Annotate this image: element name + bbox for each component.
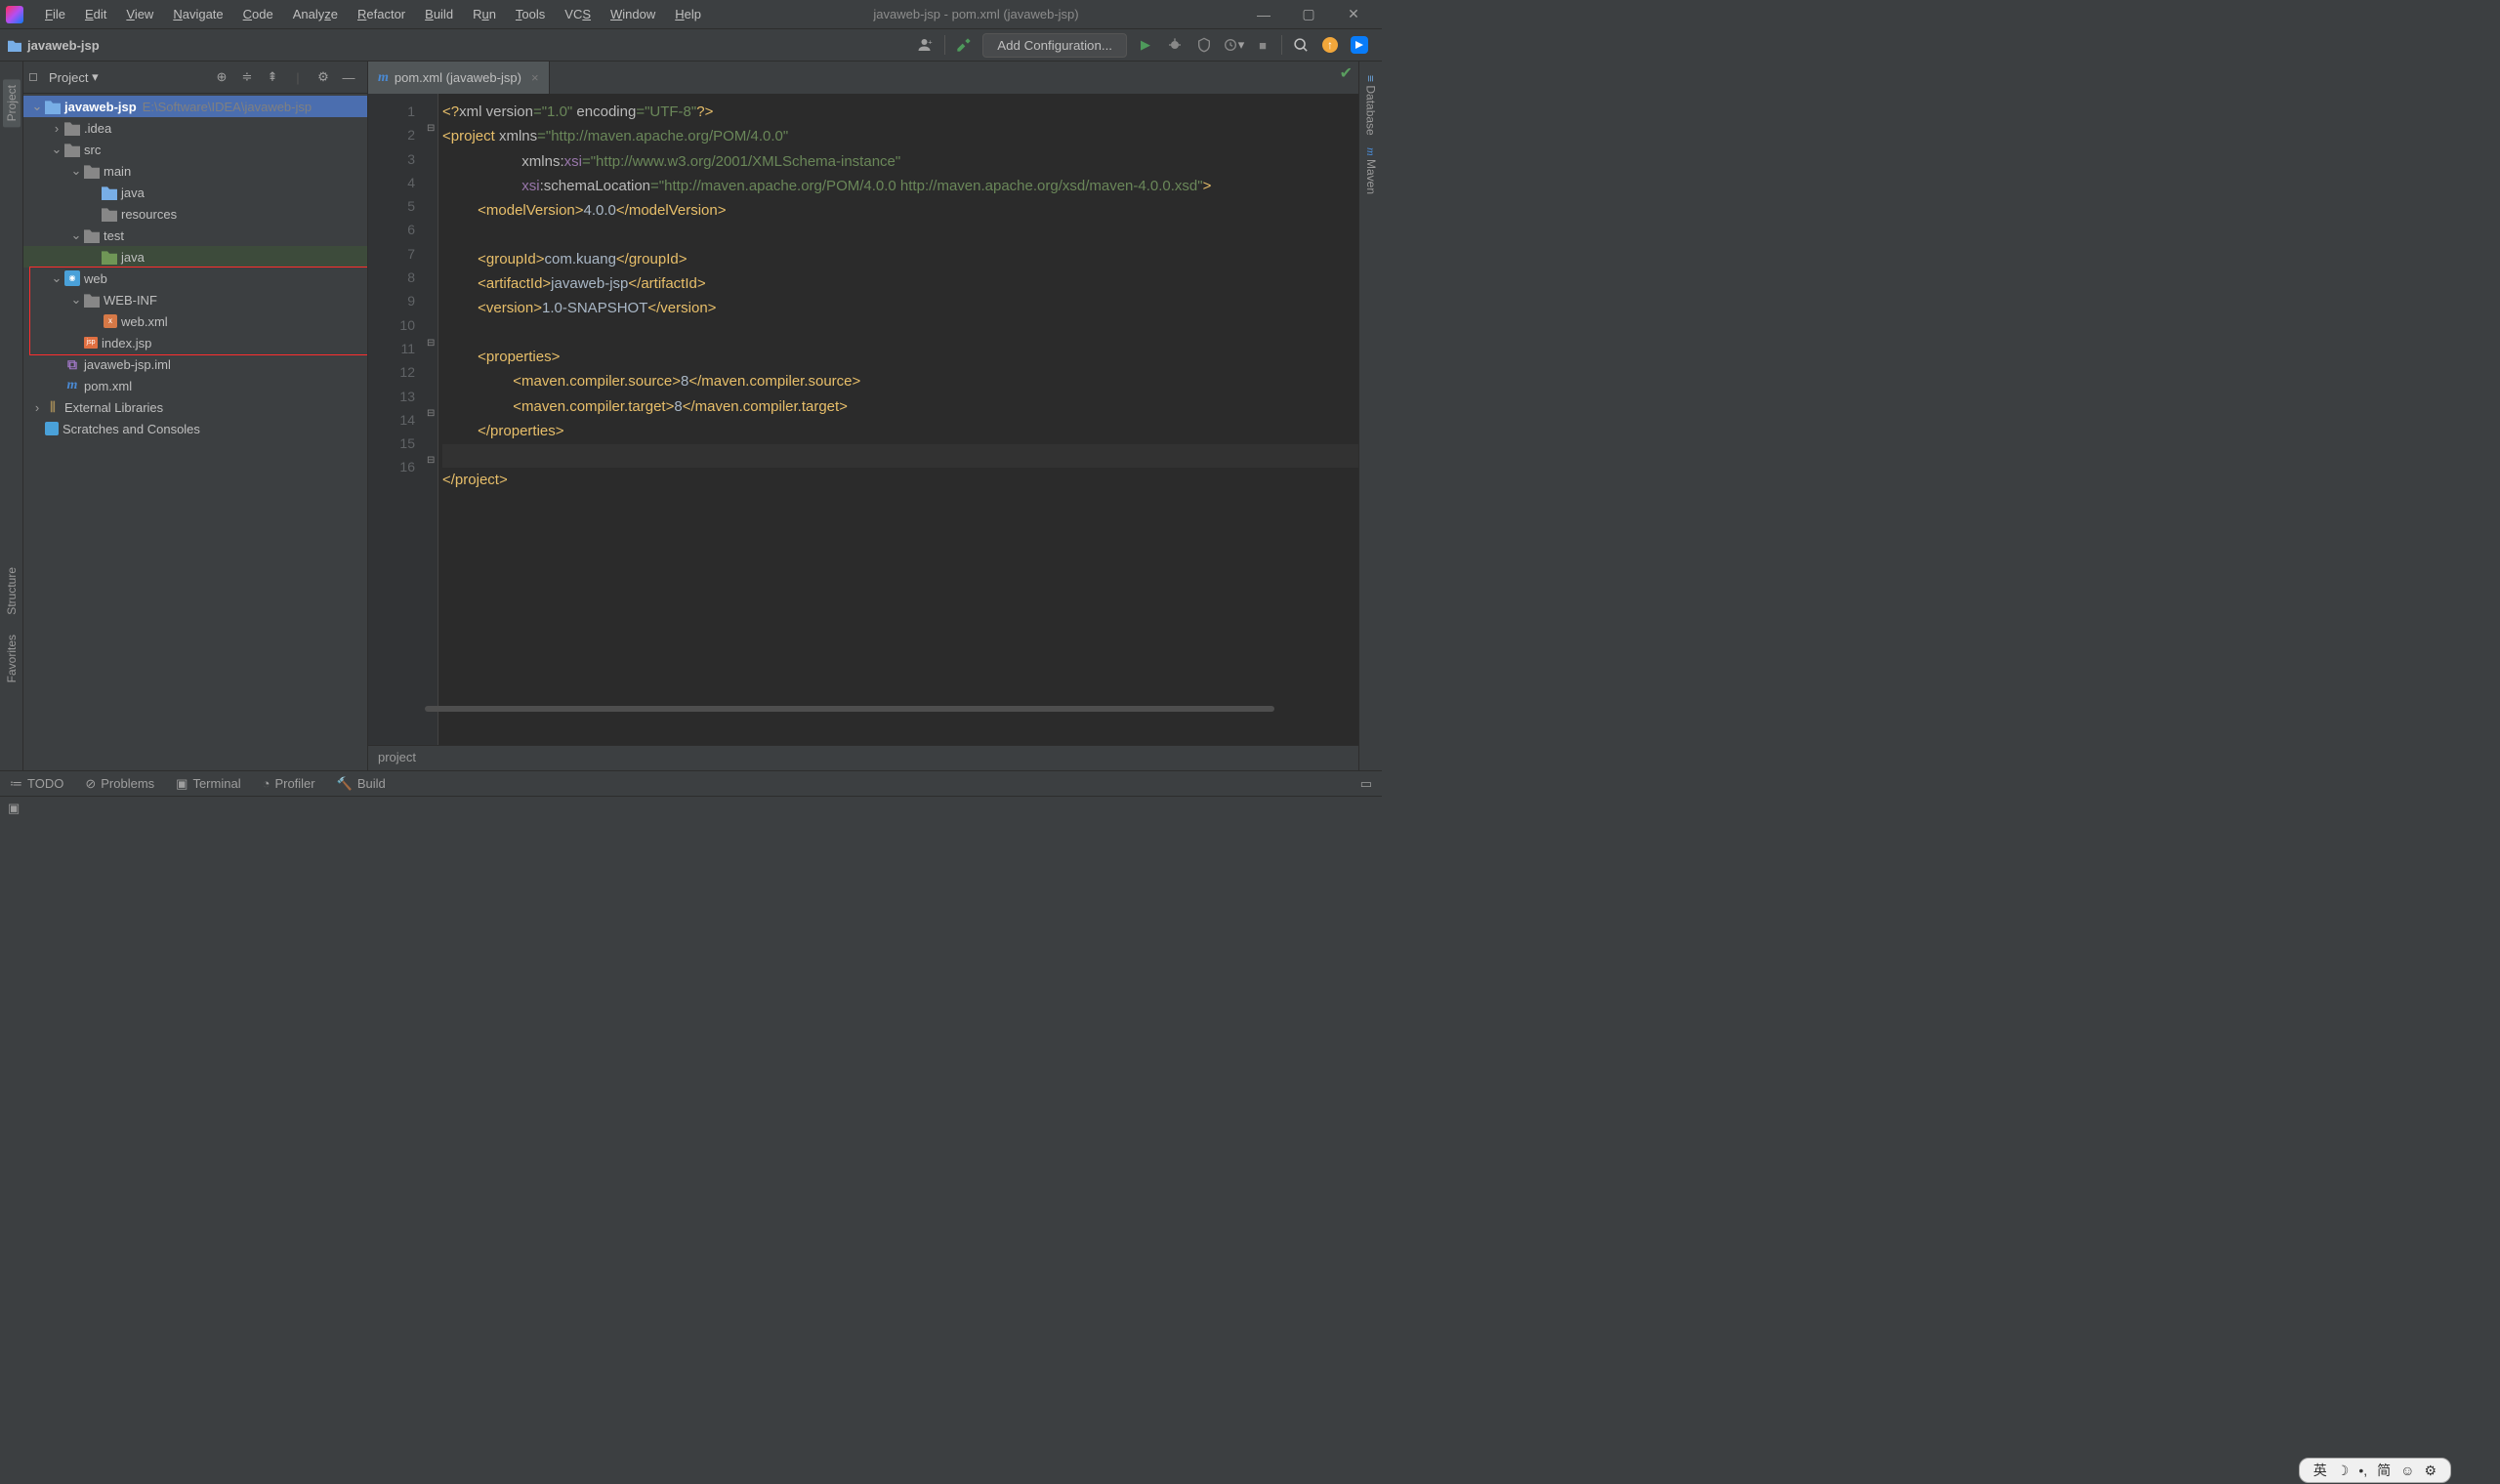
divider: | — [287, 66, 309, 88]
editor-tabs: m pom.xml (javaweb-jsp) × — [368, 62, 1358, 94]
project-view-dropdown[interactable]: Project ▾ — [43, 67, 104, 87]
update-icon[interactable]: ↑ — [1316, 31, 1344, 59]
hammer-build-icon[interactable] — [950, 31, 978, 59]
tab-label: pom.xml (javaweb-jsp) — [395, 70, 521, 85]
add-user-icon[interactable]: + — [912, 31, 939, 59]
menu-code[interactable]: Code — [233, 5, 283, 23]
project-tree[interactable]: ⌄ javaweb-jspE:\Software\IDEA\javaweb-js… — [23, 94, 367, 770]
profiler-run-icon[interactable]: ▾ — [1220, 31, 1247, 59]
tree-idea[interactable]: ›.idea — [23, 117, 367, 139]
locate-icon[interactable]: ⊕ — [211, 66, 232, 88]
menu-window[interactable]: Window — [601, 5, 665, 23]
tab-pom[interactable]: m pom.xml (javaweb-jsp) × — [368, 62, 550, 94]
iml-file-icon: ⧉ — [64, 356, 80, 372]
project-folder-icon — [8, 38, 21, 52]
menu-help[interactable]: Help — [665, 5, 711, 23]
maven-file-icon: m — [64, 378, 80, 393]
debug-icon[interactable] — [1161, 31, 1188, 59]
app-icon — [6, 6, 23, 23]
left-tool-rail: Project Structure Favorites — [0, 62, 23, 770]
menu-tools[interactable]: Tools — [506, 5, 555, 23]
line-gutter: 1234 5678 9101112 13141516 — [368, 94, 425, 745]
tree-scratches[interactable]: Scratches and Consoles — [23, 418, 367, 439]
tree-root[interactable]: ⌄ javaweb-jspE:\Software\IDEA\javaweb-js… — [23, 96, 367, 117]
xml-file-icon: x — [104, 314, 117, 328]
right-tab-database[interactable]: ≡ Database — [1364, 75, 1378, 136]
left-tab-structure[interactable]: Structure — [5, 567, 19, 615]
menu-run[interactable]: Run — [463, 5, 506, 23]
add-configuration-button[interactable]: Add Configuration... — [982, 33, 1127, 58]
moon-icon: ☽ — [2337, 1463, 2350, 1479]
svg-text:↑: ↑ — [1327, 38, 1333, 52]
expand-all-icon[interactable]: ≑ — [236, 66, 258, 88]
tree-external-libs[interactable]: ›⫼External Libraries — [23, 396, 367, 418]
search-icon[interactable] — [1287, 31, 1314, 59]
menu-build[interactable]: Build — [415, 5, 463, 23]
minimize-button[interactable]: — — [1241, 0, 1286, 29]
svg-text:+: + — [928, 37, 933, 46]
project-panel: Project ▾ ⊕ ≑ ⇞ | ⚙ — ⌄ javaweb-jspE:\So… — [23, 62, 368, 770]
menu-refactor[interactable]: Refactor — [348, 5, 415, 23]
tree-webxml[interactable]: xweb.xml — [23, 310, 367, 332]
tree-src[interactable]: ⌄src — [23, 139, 367, 160]
tw-terminal[interactable]: ▣Terminal — [176, 776, 240, 792]
right-tool-rail: ≡ Database m Maven — [1358, 62, 1382, 770]
tw-profiler[interactable]: ◔Profiler — [263, 776, 315, 791]
tree-main[interactable]: ⌄main — [23, 160, 367, 182]
title-bar: File Edit View Navigate Code Analyze Ref… — [0, 0, 1382, 29]
event-log-icon[interactable]: ▭ — [1360, 776, 1372, 792]
menu-edit[interactable]: Edit — [75, 5, 116, 23]
close-button[interactable]: ✕ — [1331, 0, 1376, 29]
tree-web[interactable]: ⌄◉web — [23, 268, 367, 289]
status-bar: ▣ 英 ☽ •, 简 ☺ ⚙ — [0, 796, 1382, 820]
menu-analyze[interactable]: Analyze — [283, 5, 348, 23]
editor-area: m pom.xml (javaweb-jsp) × 1234 5678 9101… — [368, 62, 1358, 770]
scratches-icon — [45, 422, 59, 435]
left-tab-favorites[interactable]: Favorites — [5, 635, 19, 682]
tree-java[interactable]: java — [23, 182, 367, 203]
nav-breadcrumb[interactable]: javaweb-jsp — [27, 38, 100, 53]
collapse-all-icon[interactable]: ⇞ — [262, 66, 283, 88]
project-view-icon — [29, 73, 37, 81]
stop-icon[interactable]: ■ — [1249, 31, 1276, 59]
horizontal-scrollbar[interactable] — [425, 706, 1274, 712]
left-tab-project[interactable]: Project — [3, 79, 21, 127]
bottom-tool-bar: ≔TODO ⊘Problems ▣Terminal ◔Profiler 🔨Bui… — [0, 770, 1382, 796]
right-tab-maven[interactable]: m Maven — [1363, 147, 1378, 194]
navigation-bar: javaweb-jsp + Add Configuration... ▶ ▾ ■… — [0, 29, 1382, 62]
menu-navigate[interactable]: Navigate — [163, 5, 232, 23]
smiley-icon: ☺ — [2400, 1463, 2414, 1478]
maximize-button[interactable]: ▢ — [1286, 0, 1331, 29]
maven-icon: m — [378, 70, 389, 86]
jsp-file-icon: jsp — [84, 337, 98, 349]
tree-resources[interactable]: resources — [23, 203, 367, 225]
tw-todo[interactable]: ≔TODO — [10, 776, 63, 792]
settings-icon[interactable]: ⚙ — [312, 66, 334, 88]
inspection-ok-icon[interactable]: ✔ — [1340, 63, 1353, 83]
tree-test[interactable]: ⌄test — [23, 225, 367, 246]
breadcrumb-bar[interactable]: project — [368, 745, 1358, 770]
menu-view[interactable]: View — [116, 5, 163, 23]
run-icon[interactable]: ▶ — [1132, 31, 1159, 59]
tw-build[interactable]: 🔨Build — [337, 776, 386, 792]
tab-close-icon[interactable]: × — [531, 70, 539, 85]
tw-problems[interactable]: ⊘Problems — [85, 776, 154, 792]
tree-indexjsp[interactable]: jspindex.jsp — [23, 332, 367, 353]
coverage-icon[interactable] — [1190, 31, 1218, 59]
ide-settings-icon[interactable] — [1346, 31, 1373, 59]
tree-pom[interactable]: mpom.xml — [23, 375, 367, 396]
ime-indicator[interactable]: 英 ☽ •, 简 ☺ ⚙ — [2299, 1458, 2451, 1483]
menu-vcs[interactable]: VCS — [555, 5, 601, 23]
window-title: javaweb-jsp - pom.xml (javaweb-jsp) — [711, 7, 1241, 21]
tree-webinf[interactable]: ⌄WEB-INF — [23, 289, 367, 310]
gear-icon[interactable]: ⚙ — [2424, 1463, 2437, 1479]
tree-iml[interactable]: ⧉javaweb-jsp.iml — [23, 353, 367, 375]
code-editor[interactable]: <?xml version="1.0" encoding="UTF-8"?> <… — [438, 94, 1358, 745]
menu-file[interactable]: File — [35, 5, 75, 23]
tree-java2[interactable]: java — [23, 246, 367, 268]
hide-icon[interactable]: — — [338, 66, 359, 88]
fold-gutter[interactable]: ⊟ ⊟ ⊟ ⊟ — [425, 94, 438, 745]
tool-window-toggle-icon[interactable]: ▣ — [8, 801, 20, 816]
libraries-icon: ⫼ — [45, 399, 61, 415]
